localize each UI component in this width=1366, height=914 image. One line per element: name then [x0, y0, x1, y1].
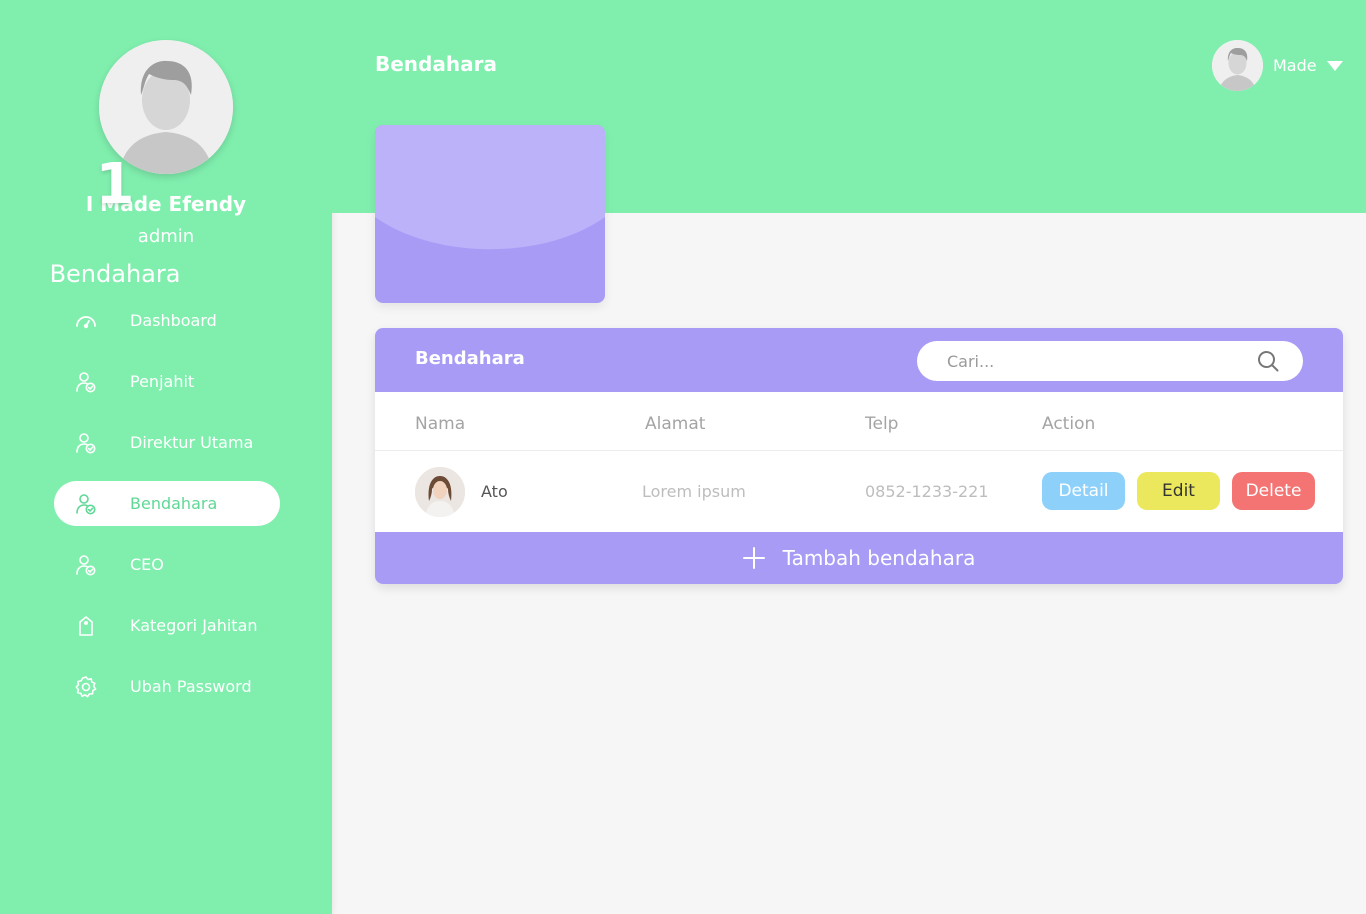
- edit-button[interactable]: Edit: [1137, 472, 1220, 510]
- data-table: Nama Alamat Telp Action Ato Lorem ipsum …: [375, 392, 1343, 532]
- delete-button[interactable]: Delete: [1232, 472, 1315, 510]
- sidebar-item-dashboard[interactable]: Dashboard: [54, 298, 280, 343]
- sidebar-item-ceo[interactable]: CEO: [54, 542, 280, 587]
- column-header-telp: Telp: [865, 414, 899, 434]
- sidebar: I Made Efendy admin Dashboard Penjahit D…: [0, 0, 332, 914]
- sidebar-item-label: Kategori Jahitan: [130, 616, 258, 635]
- gauge-icon: [74, 309, 98, 333]
- stat-count: 1: [95, 152, 135, 217]
- panel-header: Bendahara: [375, 328, 1343, 392]
- user-check-icon: [74, 431, 98, 455]
- sidebar-nav: Dashboard Penjahit Direktur Utama Bendah…: [54, 298, 280, 725]
- detail-button[interactable]: Detail: [1042, 472, 1125, 510]
- avatar: [415, 467, 465, 517]
- row-name: Ato: [481, 482, 508, 501]
- search-input[interactable]: [947, 341, 1247, 381]
- sidebar-item-label: Direktur Utama: [130, 433, 254, 452]
- column-header-alamat: Alamat: [645, 414, 706, 434]
- sidebar-item-bendahara[interactable]: Bendahara: [54, 481, 280, 526]
- column-header-action: Action: [1042, 414, 1096, 434]
- sidebar-item-kategori-jahitan[interactable]: Kategori Jahitan: [54, 603, 280, 648]
- panel-title: Bendahara: [415, 348, 525, 369]
- card-wave-decoration: [375, 125, 605, 250]
- user-check-icon: [74, 553, 98, 577]
- bendahara-panel: Bendahara Nama Alamat Telp Action Ato Lo…: [375, 328, 1343, 584]
- user-menu[interactable]: Made: [1212, 40, 1343, 91]
- column-header-nama: Nama: [415, 414, 466, 434]
- stat-card: [375, 125, 605, 303]
- avatar: [1212, 40, 1263, 91]
- sidebar-item-penjahit[interactable]: Penjahit: [54, 359, 280, 404]
- sidebar-item-label: Dashboard: [130, 311, 217, 330]
- search-icon[interactable]: [1257, 350, 1279, 372]
- add-bendahara-button[interactable]: Tambah bendahara: [375, 532, 1343, 584]
- add-bendahara-label: Tambah bendahara: [782, 546, 976, 570]
- row-telp: 0852-1233-221: [865, 482, 989, 501]
- profile-role: admin: [137, 226, 195, 247]
- tag-icon: [74, 614, 98, 638]
- sidebar-item-label: Bendahara: [130, 494, 218, 513]
- user-menu-name: Made: [1273, 56, 1317, 75]
- sidebar-item-label: Penjahit: [130, 372, 195, 391]
- user-check-icon: [74, 492, 98, 516]
- plus-icon: [742, 547, 765, 569]
- row-alamat: Lorem ipsum: [642, 482, 746, 501]
- sidebar-item-label: CEO: [130, 555, 164, 574]
- chevron-down-icon: [1326, 60, 1343, 71]
- sidebar-item-ubah-password[interactable]: Ubah Password: [54, 664, 280, 709]
- stat-label: Bendahara: [49, 260, 181, 288]
- search-box: [917, 341, 1303, 381]
- sidebar-item-direktur-utama[interactable]: Direktur Utama: [54, 420, 280, 465]
- sidebar-item-label: Ubah Password: [130, 677, 252, 696]
- page-title: Bendahara: [375, 52, 497, 76]
- gear-icon: [74, 675, 98, 699]
- header-divider: [375, 450, 1343, 451]
- user-check-icon: [74, 370, 98, 394]
